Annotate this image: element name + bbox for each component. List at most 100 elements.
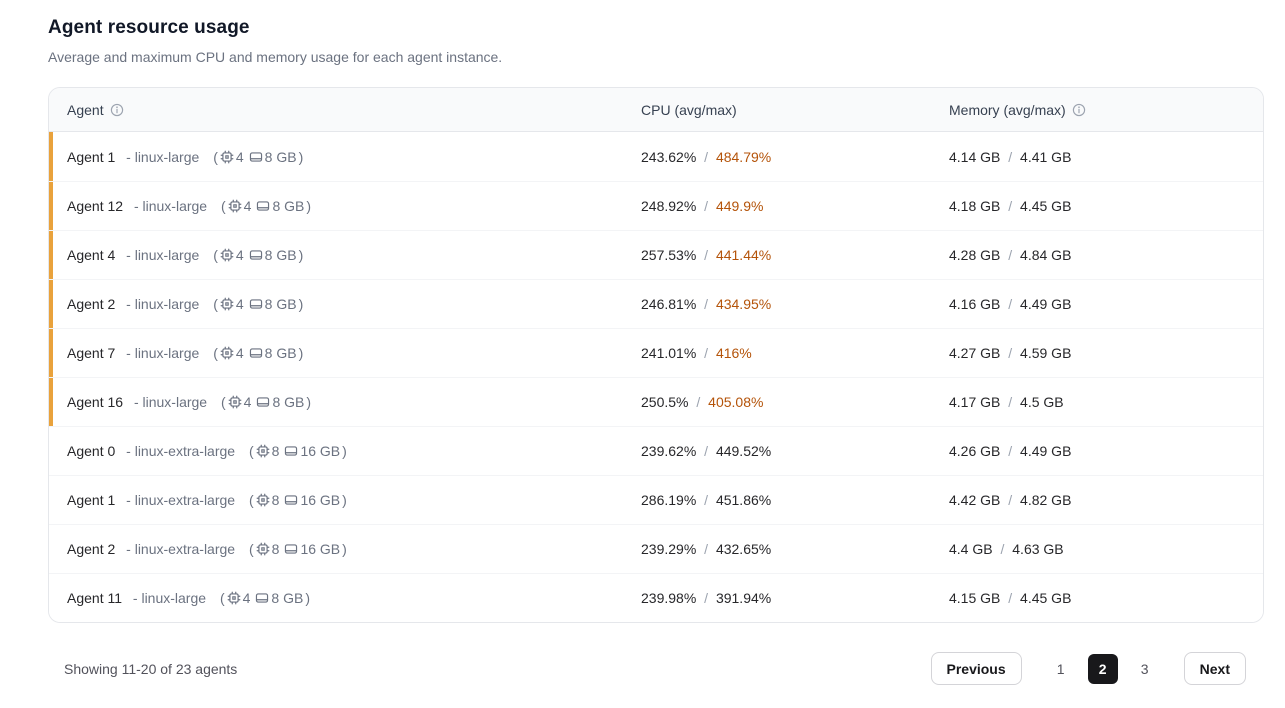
spec-paren-close: ) <box>306 198 311 214</box>
memory-max-value: 4.5 GB <box>1020 394 1064 410</box>
memory-max-value: 4.49 GB <box>1020 443 1071 459</box>
spec-paren-close: ) <box>306 394 311 410</box>
value-separator: / <box>704 492 708 508</box>
memory-column-label: Memory (avg/max) <box>949 102 1066 118</box>
showing-count-label: Showing 11-20 of 23 agents <box>64 661 237 677</box>
cpu-max-value: 484.79% <box>716 149 771 165</box>
table-footer: Showing 11-20 of 23 agents Previous 1 2 … <box>48 652 1264 685</box>
value-separator: / <box>704 541 708 557</box>
spec-paren-close: ) <box>342 443 347 459</box>
value-separator: / <box>704 198 708 214</box>
cpu-max-value: 451.86% <box>716 492 771 508</box>
memory-avg-value: 4.42 GB <box>949 492 1000 508</box>
memory-icon <box>284 542 298 556</box>
memory-icon <box>255 591 269 605</box>
cpu-max-value: 432.65% <box>716 541 771 557</box>
page-title: Agent resource usage <box>48 17 1264 39</box>
page-subtitle: Average and maximum CPU and memory usage… <box>48 49 1264 65</box>
agent-name: Agent 0 <box>67 443 115 459</box>
spec-cpu-count: 4 <box>236 296 244 312</box>
cpu-column-label: CPU (avg/max) <box>641 102 737 118</box>
value-separator: / <box>704 296 708 312</box>
agent-name: Agent 1 <box>67 492 115 508</box>
spec-ram-size: 16 GB <box>300 541 340 557</box>
memory-max-value: 4.63 GB <box>1012 541 1063 557</box>
page-number-3[interactable]: 3 <box>1130 654 1160 684</box>
table-row: Agent 12 - linux-large ( 4 8 GB ) 248.92… <box>49 181 1263 230</box>
cpu-avg-value: 246.81% <box>641 296 696 312</box>
memory-max-value: 4.84 GB <box>1020 247 1071 263</box>
agent-cell: Agent 4 - linux-large ( 4 8 GB ) <box>49 247 623 263</box>
cpu-avg-value: 257.53% <box>641 247 696 263</box>
agent-cell: Agent 2 - linux-extra-large ( 8 16 GB ) <box>49 541 623 557</box>
memory-avg-value: 4.26 GB <box>949 443 1000 459</box>
cpu-avg-value: 286.19% <box>641 492 696 508</box>
spec-cpu-count: 4 <box>236 345 244 361</box>
value-separator: / <box>1008 492 1012 508</box>
agent-name: Agent 11 <box>67 590 122 606</box>
agent-spec: ( 4 8 GB ) <box>213 345 303 361</box>
spec-paren-open: ( <box>221 394 226 410</box>
agent-cell: Agent 1 - linux-extra-large ( 8 16 GB ) <box>49 492 623 508</box>
spec-paren-open: ( <box>249 541 254 557</box>
page-number-2[interactable]: 2 <box>1088 654 1118 684</box>
memory-avg-value: 4.16 GB <box>949 296 1000 312</box>
agent-name: Agent 4 <box>67 247 115 263</box>
cpu-avg-value: 248.92% <box>641 198 696 214</box>
spec-paren-open: ( <box>221 198 226 214</box>
cpu-chip-icon <box>228 199 242 213</box>
agent-spec: ( 4 8 GB ) <box>213 247 303 263</box>
spec-cpu-count: 4 <box>243 590 251 606</box>
previous-page-button[interactable]: Previous <box>931 652 1022 685</box>
cpu-chip-icon <box>227 591 241 605</box>
agent-spec: ( 8 16 GB ) <box>249 443 347 459</box>
memory-icon <box>284 493 298 507</box>
cpu-chip-icon <box>256 542 270 556</box>
agent-cell: Agent 7 - linux-large ( 4 8 GB ) <box>49 345 623 361</box>
spec-paren-open: ( <box>249 443 254 459</box>
memory-avg-value: 4.27 GB <box>949 345 1000 361</box>
page-number-1[interactable]: 1 <box>1046 654 1076 684</box>
agent-resource-usage-panel: Agent resource usage Average and maximum… <box>0 0 1285 685</box>
agent-name: Agent 16 <box>67 394 123 410</box>
cpu-max-value: 434.95% <box>716 296 771 312</box>
warning-bar <box>49 182 53 230</box>
agent-instance-type: - linux-large <box>134 394 207 410</box>
agent-spec: ( 8 16 GB ) <box>249 541 347 557</box>
cpu-chip-icon <box>220 150 234 164</box>
table-row: Agent 0 - linux-extra-large ( 8 16 GB ) … <box>49 426 1263 475</box>
memory-cell: 4.42 GB / 4.82 GB <box>931 492 1263 508</box>
info-icon[interactable] <box>110 103 124 117</box>
pagination: Previous 1 2 3 Next <box>931 652 1247 685</box>
agent-instance-type: - linux-large <box>126 345 199 361</box>
agent-spec: ( 4 8 GB ) <box>213 149 303 165</box>
memory-cell: 4.27 GB / 4.59 GB <box>931 345 1263 361</box>
value-separator: / <box>1000 541 1004 557</box>
memory-cell: 4.26 GB / 4.49 GB <box>931 443 1263 459</box>
spec-ram-size: 8 GB <box>265 296 297 312</box>
info-icon[interactable] <box>1072 103 1086 117</box>
memory-cell: 4.14 GB / 4.41 GB <box>931 149 1263 165</box>
value-separator: / <box>1008 590 1012 606</box>
value-separator: / <box>1008 247 1012 263</box>
cpu-avg-value: 239.62% <box>641 443 696 459</box>
value-separator: / <box>696 394 700 410</box>
agent-instance-type: - linux-extra-large <box>126 443 235 459</box>
spec-ram-size: 8 GB <box>272 198 304 214</box>
spec-cpu-count: 8 <box>272 541 280 557</box>
memory-icon <box>256 395 270 409</box>
agent-spec: ( 8 16 GB ) <box>249 492 347 508</box>
cpu-avg-value: 241.01% <box>641 345 696 361</box>
memory-icon <box>249 297 263 311</box>
cpu-max-value: 416% <box>716 345 752 361</box>
cpu-avg-value: 239.98% <box>641 590 696 606</box>
memory-icon <box>249 248 263 262</box>
spec-ram-size: 8 GB <box>265 247 297 263</box>
next-page-button[interactable]: Next <box>1184 652 1246 685</box>
agent-cell: Agent 16 - linux-large ( 4 8 GB ) <box>49 394 623 410</box>
agent-instance-type: - linux-large <box>126 296 199 312</box>
memory-avg-value: 4.17 GB <box>949 394 1000 410</box>
spec-paren-close: ) <box>299 149 304 165</box>
value-separator: / <box>704 590 708 606</box>
agent-name: Agent 2 <box>67 296 115 312</box>
